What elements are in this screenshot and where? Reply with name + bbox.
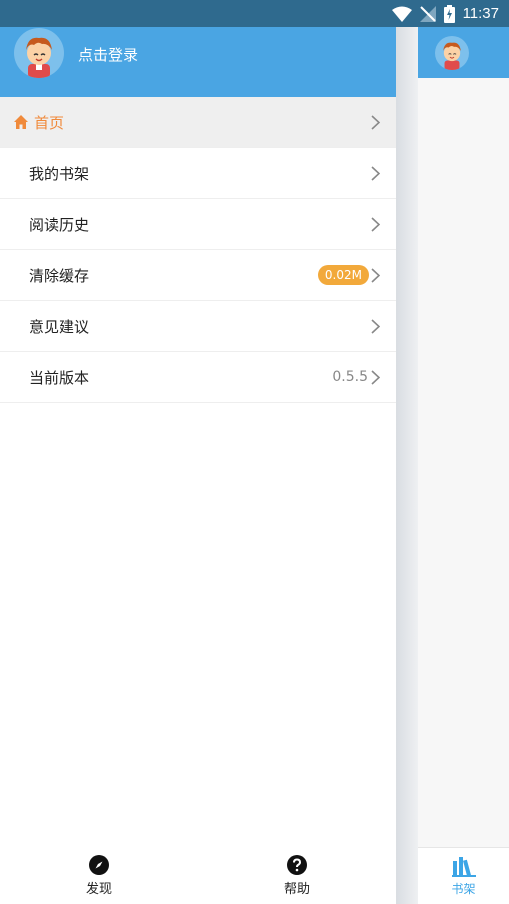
home-icon — [14, 115, 28, 129]
discover-button[interactable]: 发现 — [0, 847, 198, 904]
menu-item-version[interactable]: 当前版本 0.5.5 — [0, 352, 396, 403]
menu-item-label: 当前版本 — [29, 368, 90, 387]
no-signal-icon — [419, 5, 436, 22]
menu-item-label: 清除缓存 — [29, 266, 90, 285]
chevron-right-icon — [371, 319, 380, 334]
menu-item-reading-history[interactable]: 阅读历史 — [0, 199, 396, 250]
cache-size-badge: 0.02M — [317, 265, 369, 285]
menu-item-label: 首页 — [34, 113, 65, 132]
menu-item-feedback[interactable]: 意见建议 — [0, 301, 396, 352]
background-bottom-bar: 书架 — [418, 847, 509, 904]
drawer-menu: 首页 我的书架 阅读历史 清除缓存 0.02M 意见建议 当前版本 0.5.5 — [0, 97, 396, 403]
drawer-shadow: 书架 — [396, 27, 509, 904]
menu-item-label: 阅读历史 — [29, 215, 90, 234]
menu-item-bookshelf[interactable]: 我的书架 — [0, 148, 396, 199]
menu-item-clear-cache[interactable]: 清除缓存 0.02M — [0, 250, 396, 301]
wifi-icon — [391, 6, 412, 22]
chevron-right-icon — [371, 166, 380, 181]
avatar-icon — [443, 42, 461, 70]
menu-item-label: 我的书架 — [29, 164, 90, 183]
background-avatar[interactable] — [435, 36, 469, 70]
compass-icon — [89, 854, 109, 875]
user-avatar[interactable] — [14, 28, 64, 78]
battery-charging-icon — [443, 4, 455, 23]
help-label: 帮助 — [283, 881, 310, 897]
help-button[interactable]: 帮助 — [198, 847, 396, 904]
help-icon — [287, 854, 307, 875]
avatar-icon — [26, 37, 52, 78]
status-bar: 11:37 — [0, 0, 509, 27]
drawer-bottom-bar: 发现 帮助 — [0, 847, 396, 904]
chevron-right-icon — [371, 115, 380, 130]
navigation-drawer: 点击登录 首页 我的书架 阅读历史 清除缓存 0.02M 意见建议 当前版本 0… — [0, 27, 396, 904]
chevron-right-icon — [371, 268, 380, 283]
tab-bookshelf-label: 书架 — [451, 881, 476, 896]
status-time: 11:37 — [462, 5, 499, 22]
menu-item-home[interactable]: 首页 — [0, 97, 396, 148]
chevron-right-icon — [371, 370, 380, 385]
bookshelf-icon — [451, 856, 476, 877]
menu-item-label: 意见建议 — [29, 317, 90, 336]
tab-bookshelf[interactable]: 书架 — [418, 848, 509, 904]
drawer-header: 点击登录 — [0, 27, 396, 97]
discover-label: 发现 — [85, 881, 112, 897]
chevron-right-icon — [371, 217, 380, 232]
status-icons: 11:37 — [391, 0, 499, 27]
version-value: 0.5.5 — [332, 369, 368, 385]
login-link[interactable]: 点击登录 — [78, 44, 138, 65]
